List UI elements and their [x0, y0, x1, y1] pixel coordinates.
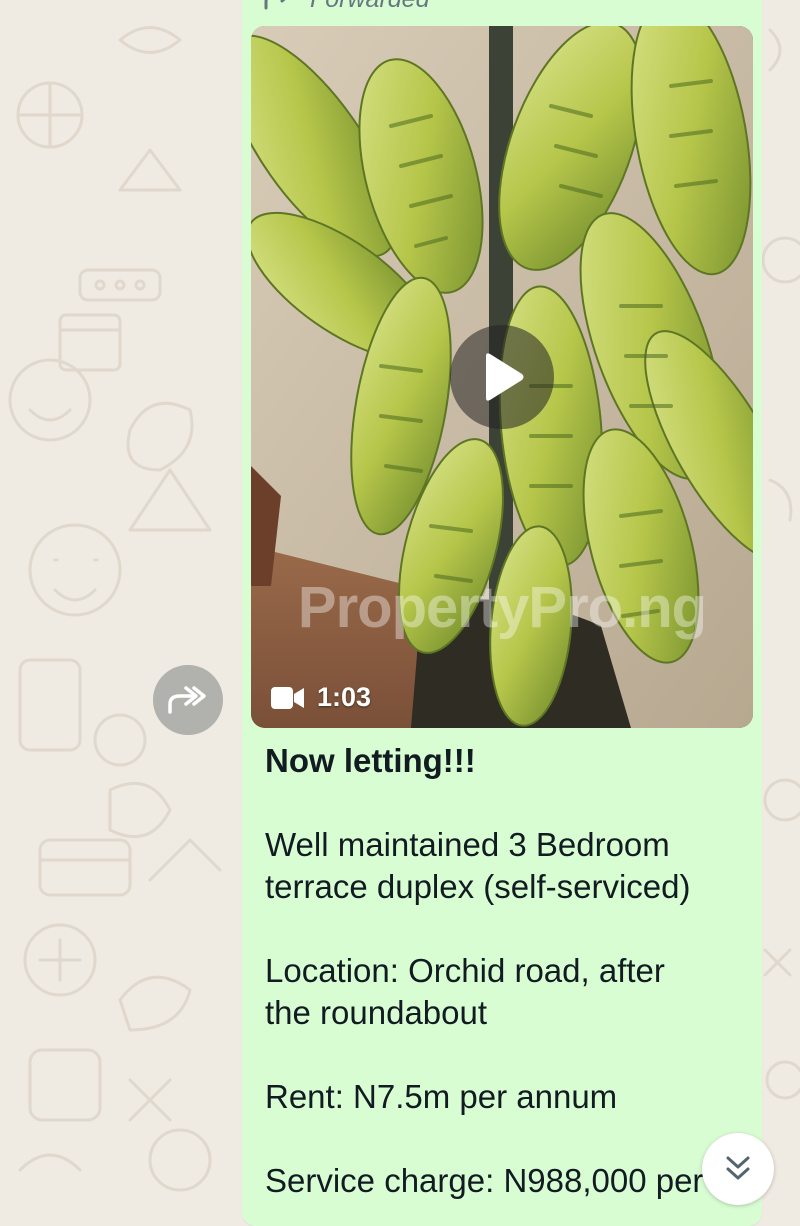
video-thumbnail[interactable]: PropertyPro.ng 1:03 — [251, 26, 753, 728]
forwarded-text: Forwarded — [310, 0, 430, 14]
caption-description-line2: terrace duplex (self-serviced) — [265, 868, 691, 905]
caption-location-line1: Location: Orchid road, after — [265, 952, 665, 989]
forward-icon — [264, 0, 286, 10]
play-button[interactable] — [450, 325, 554, 429]
forward-message-button[interactable] — [153, 665, 223, 735]
message-caption: Now letting!!! Well maintained 3 Bedroom… — [265, 740, 755, 1202]
caption-rent: Rent: N7.5m per annum — [265, 1078, 618, 1115]
scroll-to-bottom-button[interactable] — [702, 1133, 774, 1205]
caption-location-line2: the roundabout — [265, 994, 488, 1031]
caption-service-charge: Service charge: N988,000 per — [265, 1162, 704, 1199]
forwarded-label: Forwarded — [262, 0, 430, 14]
video-watermark: PropertyPro.ng — [297, 575, 707, 640]
double-chevron-down-icon — [726, 1156, 750, 1180]
video-duration-text: 1:03 — [317, 682, 372, 712]
caption-heading: Now letting!!! — [265, 742, 476, 779]
video-duration: 1:03 — [271, 682, 371, 713]
play-icon — [486, 353, 524, 401]
share-forward-icon — [168, 686, 206, 714]
video-camera-icon — [271, 686, 304, 709]
caption-description-line1: Well maintained 3 Bedroom — [265, 826, 670, 863]
